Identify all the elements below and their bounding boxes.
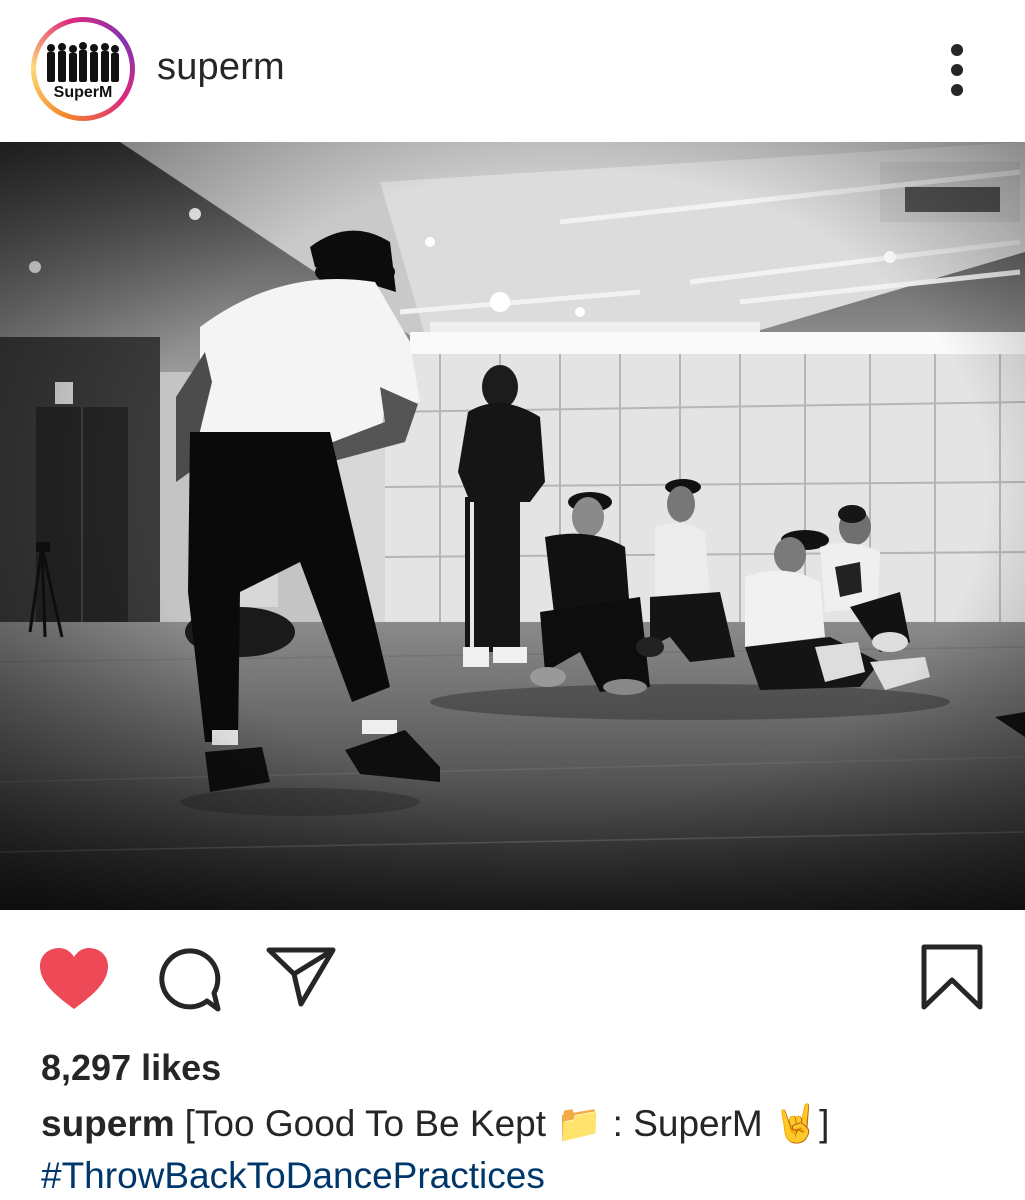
- post-photo[interactable]: [0, 142, 1025, 910]
- dance-practice-photo: [0, 142, 1025, 910]
- group-silhouette-icon: [47, 42, 119, 82]
- avatar-logo-text: SuperM: [53, 84, 113, 101]
- hashtag-link[interactable]: #ThrowBackToDancePractices: [41, 1155, 545, 1197]
- avatar-image: SuperM: [36, 22, 130, 116]
- caption-text: [Too Good To Be Kept 📁 : SuperM 🤘]: [184, 1103, 830, 1144]
- post-caption: superm [Too Good To Be Kept 📁 : SuperM 🤘]: [41, 1103, 829, 1146]
- more-options-icon[interactable]: [940, 40, 974, 100]
- heart-icon[interactable]: [38, 947, 110, 1011]
- header-username[interactable]: superm: [157, 46, 285, 89]
- post-header: SuperM superm: [0, 0, 1025, 142]
- avatar[interactable]: SuperM: [31, 17, 135, 121]
- comment-icon[interactable]: [156, 947, 222, 1013]
- send-icon[interactable]: [266, 946, 336, 1008]
- caption-username[interactable]: superm: [41, 1103, 175, 1144]
- bookmark-icon[interactable]: [921, 944, 983, 1010]
- action-bar: [0, 910, 1025, 1035]
- likes-count[interactable]: 8,297 likes: [41, 1047, 221, 1089]
